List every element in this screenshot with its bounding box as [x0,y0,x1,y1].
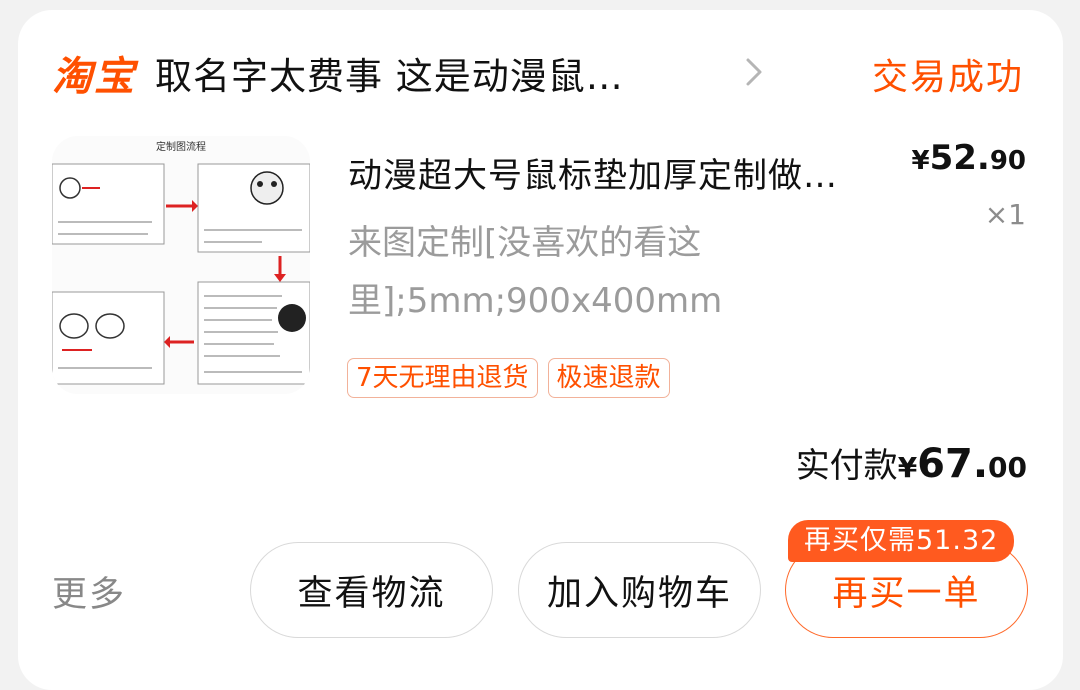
item-quantity: ×1 [984,198,1026,231]
chevron-right-icon[interactable] [742,52,768,92]
tag-fast-refund: 极速退款 [547,358,670,398]
more-button[interactable]: 更多 [52,566,126,617]
amount-paid-decimal: 00 [988,451,1027,484]
price-integer: 52. [929,138,990,178]
amount-paid-integer: 67. [917,441,989,487]
service-tags: 7天无理由退货 极速退款 [347,358,670,398]
add-to-cart-button[interactable]: 加入购物车 [518,542,761,638]
amount-paid: 实付款¥67.00 [796,438,1027,487]
product-image-heading: 定制图流程 [156,140,206,153]
product-title[interactable]: 动漫超大号鼠标垫加厚定制做… [348,148,838,197]
price-decimal: 90 [989,146,1026,176]
order-status: 交易成功 [871,57,1024,98]
view-logistics-button[interactable]: 查看物流 [250,542,493,638]
product-image[interactable]: 定制图流程 [52,136,310,394]
product-image-graphic: 定制图流程 [52,136,310,394]
tag-7day-return: 7天无理由退货 [347,358,538,398]
product-spec: 来图定制[没喜欢的看这里];5mm;900x400mm [348,223,723,321]
amount-paid-label: 实付款 [795,446,898,486]
taobao-logo: 淘宝 [52,54,136,100]
price-currency: ¥ [911,146,930,176]
order-header: 淘宝 取名字太费事 这是动漫鼠… 交易成功 [52,42,1032,102]
shop-name[interactable]: 取名字太费事 这是动漫鼠… [155,46,624,100]
item-price: ¥52.90 [911,138,1026,178]
rebuy-promo-badge: 再买仅需51.32 [788,520,1015,562]
amount-paid-currency: ¥ [897,451,918,484]
